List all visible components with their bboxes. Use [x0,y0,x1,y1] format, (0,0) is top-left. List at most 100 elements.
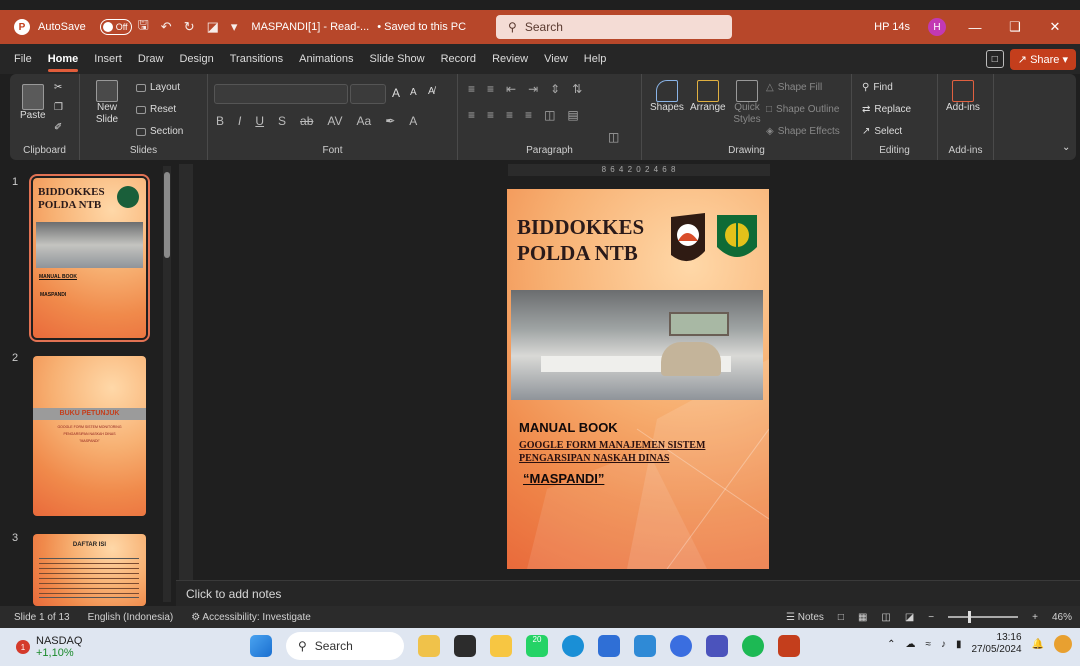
strikethrough-icon[interactable]: ab [300,114,313,128]
volume-icon[interactable]: ♪ [941,639,946,650]
edge-icon[interactable] [562,635,584,657]
bullets-icon[interactable]: ≡ [468,82,475,96]
redo-icon[interactable]: ↻ [184,19,195,35]
char-spacing-icon[interactable]: AV [327,114,342,128]
save-icon[interactable]: 🖫 [138,16,149,38]
tab-design[interactable]: Design [179,53,213,65]
tab-help[interactable]: Help [584,53,607,65]
shadow-icon[interactable]: S [278,114,286,128]
shape-fill-button[interactable]: △ Shape Fill [766,82,822,93]
new-slide-button[interactable]: New Slide [90,80,124,126]
tab-view[interactable]: View [544,53,568,65]
align-left-icon[interactable]: ≡ [468,108,475,122]
teams-icon[interactable] [706,635,728,657]
clear-format-icon[interactable]: A̸ [428,86,435,97]
decrease-font-icon[interactable]: A [410,87,417,98]
close-icon[interactable]: ✕ [1044,19,1066,35]
file-explorer-icon[interactable] [490,635,512,657]
notes-pane[interactable]: Click to add notes [176,580,1080,606]
widgets-icon[interactable] [418,635,440,657]
battery-icon[interactable]: ▮ [956,639,962,650]
slideshow-icon[interactable]: ◪ [905,612,914,623]
shape-outline-button[interactable]: □ Shape Outline [766,104,839,115]
find-button[interactable]: ⚲ Find [862,82,893,93]
decrease-indent-icon[interactable]: ⇤ [506,82,516,96]
autosave-toggle[interactable]: Off [99,19,132,35]
tab-animations[interactable]: Animations [299,53,353,65]
mail-icon[interactable] [634,635,656,657]
save-status[interactable]: • Saved to this PC [377,21,466,33]
store-icon[interactable] [598,635,620,657]
highlight-icon[interactable]: ✒ [385,114,395,128]
thumbs-scrollbar[interactable] [163,166,171,602]
align-right-icon[interactable]: ≡ [506,108,513,122]
tab-slide-show[interactable]: Slide Show [370,53,425,65]
shape-effects-button[interactable]: ◈ Shape Effects [766,126,840,137]
layout-button[interactable]: Layout [136,82,180,93]
slide-sorter-icon[interactable]: ▦ [858,612,867,623]
zoom-out-icon[interactable]: − [928,612,934,623]
restore-icon[interactable]: ❑ [1004,19,1026,35]
avatar[interactable]: H [928,18,946,36]
addins-button[interactable]: Add-ins [946,80,980,113]
increase-indent-icon[interactable]: ⇥ [528,82,538,96]
shapes-button[interactable]: Shapes [650,80,684,113]
normal-view-icon[interactable]: □ [838,612,844,623]
smartart-icon[interactable]: ◫ [608,130,619,144]
arrange-button[interactable]: Arrange [690,80,726,113]
thumbs-scrollbar-thumb[interactable] [164,172,170,258]
align-center-icon[interactable]: ≡ [487,108,494,122]
change-case-icon[interactable]: Aa [357,114,372,128]
current-slide[interactable]: BIDDOKKES POLDA NTB MANUAL BOOK GOOGLE F… [507,189,769,569]
powerpoint-taskbar-icon[interactable] [778,635,800,657]
task-view-icon[interactable] [454,635,476,657]
numbering-icon[interactable]: ≡ [487,82,494,96]
italic-icon[interactable]: I [238,114,241,128]
presentation-icon[interactable]: ◪ [207,19,219,35]
slide-thumbnail-3[interactable]: DAFTAR ISI [33,534,146,606]
zoom-in-icon[interactable]: + [1032,612,1038,623]
collapse-ribbon-icon[interactable]: ⌄ [1062,142,1070,153]
tab-insert[interactable]: Insert [94,53,122,65]
format-painter-icon[interactable]: ✐ [54,122,62,133]
clock[interactable]: 13:16 27/05/2024 [971,632,1021,656]
underline-icon[interactable]: U [255,114,264,128]
reading-view-icon[interactable]: ◫ [881,612,890,623]
tab-record[interactable]: Record [441,53,476,65]
zoom-slider[interactable] [948,611,1019,623]
increase-font-icon[interactable]: A [392,86,400,100]
slide-thumbnail-2[interactable]: BUKU PETUNJUK GOOGLE FORM SISTEM MONITOR… [33,356,146,516]
quick-styles-button[interactable]: Quick Styles [730,80,764,126]
text-direction-icon[interactable]: ⇅ [572,82,582,96]
font-color-icon[interactable]: A [409,114,417,128]
minimize-icon[interactable]: — [964,20,986,35]
comments-icon[interactable]: □ [985,50,1004,68]
justify-icon[interactable]: ≡ [525,108,532,122]
slide-thumbnail-1[interactable]: BIDDOKKES POLDA NTB MANUAL BOOK MASPANDI [29,174,150,342]
copy-icon[interactable]: ❐ [54,102,63,113]
tab-home[interactable]: Home [47,53,78,72]
tab-file[interactable]: File [14,53,32,65]
select-button[interactable]: ↗ Select [862,126,902,137]
zoom-level[interactable]: 46% [1052,612,1072,623]
cut-icon[interactable]: ✂ [54,82,62,93]
wifi-icon[interactable]: ≈ [925,639,931,650]
notifications-bell-icon[interactable]: 🔔 [1032,639,1044,650]
onedrive-icon[interactable]: ☁ [905,639,915,650]
copilot-icon[interactable] [1054,635,1072,653]
windows-start-icon[interactable] [250,635,272,657]
customize-toolbar-icon[interactable]: ▾ [231,19,238,35]
bold-icon[interactable]: B [216,114,224,128]
font-size-dropdown[interactable] [350,84,386,104]
title-search-box[interactable]: ⚲ Search [496,15,733,39]
tab-draw[interactable]: Draw [138,53,164,65]
help-icon[interactable] [670,635,692,657]
font-name-dropdown[interactable] [214,84,348,104]
language-status[interactable]: English (Indonesia) [88,612,174,623]
taskbar-search[interactable]: ⚲ Search [286,632,404,660]
replace-button[interactable]: ⇄ Replace [862,104,911,115]
tab-transitions[interactable]: Transitions [230,53,283,65]
whatsapp-icon[interactable]: 20 [526,635,548,657]
spotify-icon[interactable] [742,635,764,657]
section-button[interactable]: Section [136,126,183,137]
